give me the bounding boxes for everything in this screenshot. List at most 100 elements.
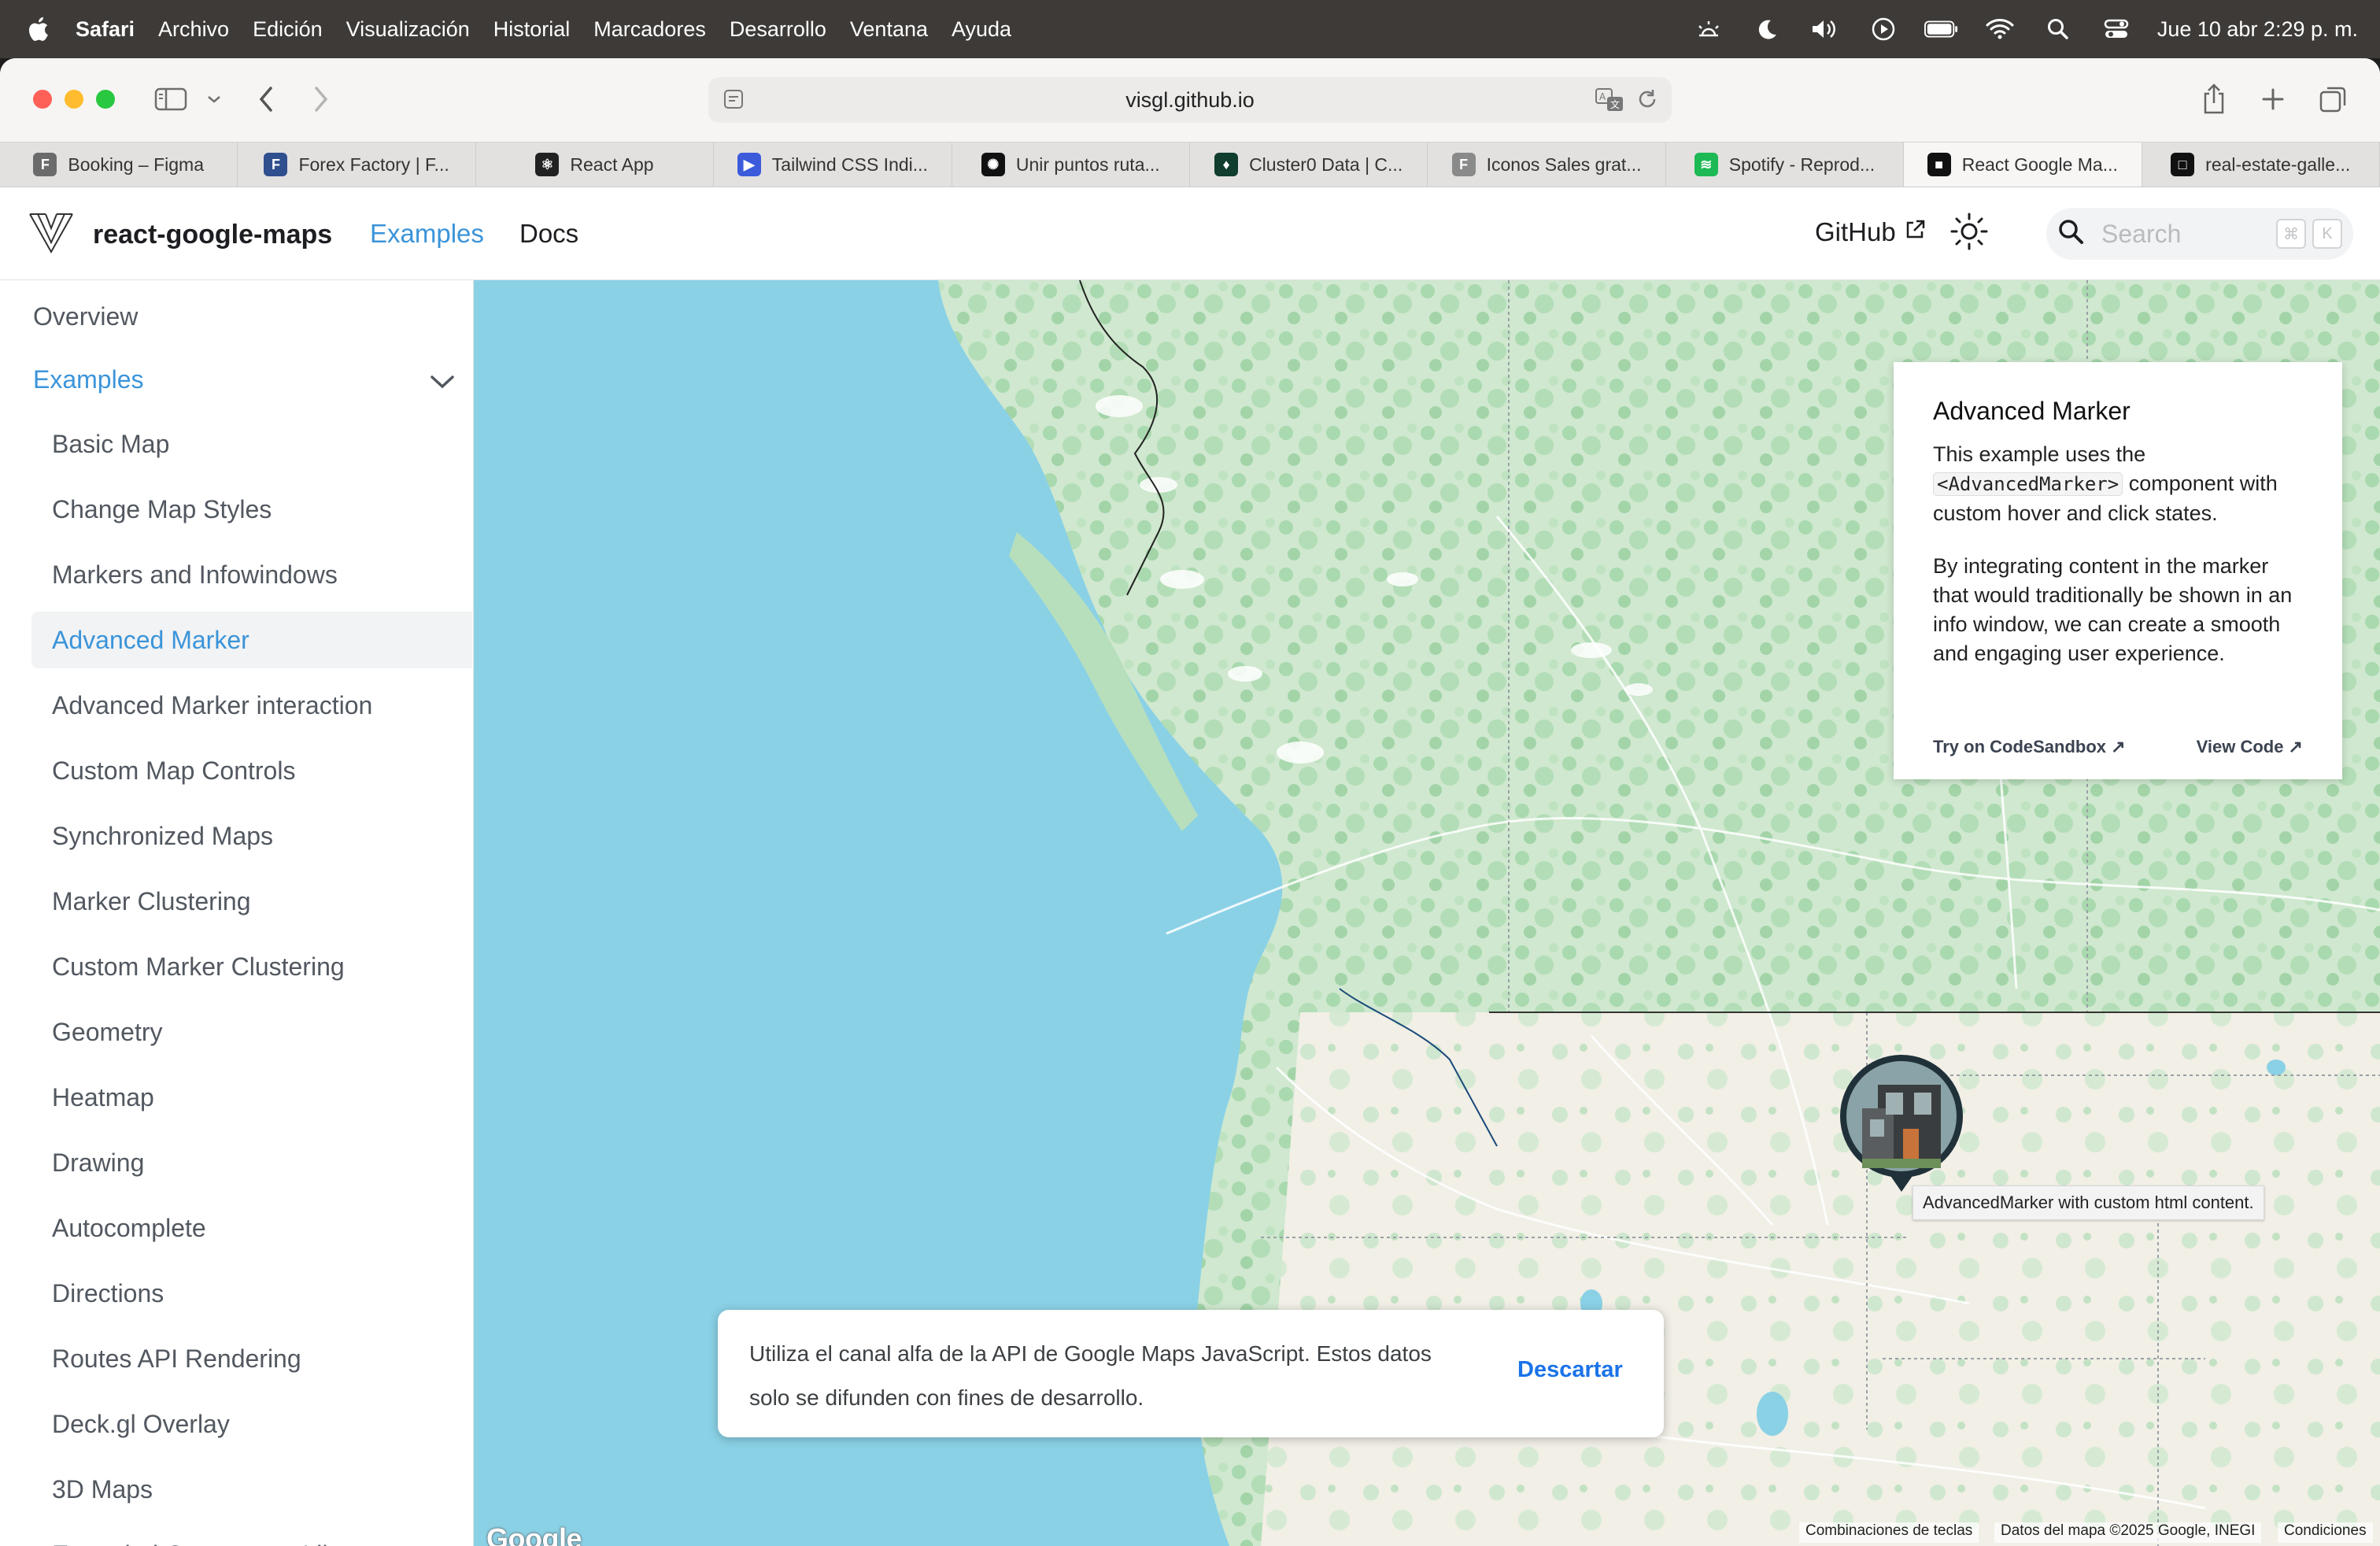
browser-tab[interactable]: F Iconos Sales grat... — [1428, 142, 1666, 187]
share-icon[interactable] — [2201, 82, 2227, 117]
chevron-down-icon[interactable] — [206, 82, 222, 117]
vis-gl-logo-icon — [27, 211, 76, 259]
sidebar-item-deck-gl-overlay[interactable]: Deck.gl Overlay — [31, 1396, 472, 1452]
menu-marcadores[interactable]: Marcadores — [593, 17, 706, 42]
external-link-icon — [1904, 217, 1926, 247]
sidebar-toggle-icon[interactable] — [154, 82, 187, 117]
zoom-window-button[interactable] — [96, 90, 115, 109]
battery-icon[interactable] — [1924, 15, 1959, 43]
sidebar-item-advanced-marker[interactable]: Advanced Marker — [31, 612, 472, 668]
sidebar-item-advanced-marker-interaction[interactable]: Advanced Marker interaction — [31, 677, 472, 734]
wifi-icon[interactable] — [1983, 15, 2017, 43]
alpha-channel-banner: Utiliza el canal alfa de la API de Googl… — [718, 1310, 1664, 1437]
sidebar-item-basic-map[interactable]: Basic Map — [31, 416, 472, 472]
brightness-icon[interactable] — [1691, 15, 1726, 43]
menubar-clock[interactable]: Jue 10 abr 2:29 p. m. — [2157, 17, 2358, 42]
menu-visualizacion[interactable]: Visualización — [346, 17, 470, 42]
now-playing-icon[interactable] — [1866, 15, 1901, 43]
browser-tab[interactable]: ≋ Spotify - Reprod... — [1666, 142, 1905, 187]
tab-favicon-icon: ■ — [1927, 153, 1951, 176]
focus-moon-icon[interactable] — [1750, 15, 1784, 43]
sidebar-item-extended-component-library[interactable]: Extended Component Library — [31, 1526, 472, 1546]
sidebar-item-markers-and-infowindows[interactable]: Markers and Infowindows — [31, 546, 472, 603]
safari-window: visgl.github.io A文 F Booking – Figma F Fore… — [0, 58, 2380, 1546]
spotlight-search-icon[interactable] — [2041, 15, 2075, 43]
browser-tab[interactable]: F Booking – Figma — [0, 142, 238, 187]
sidebar-item-autocomplete[interactable]: Autocomplete — [31, 1200, 472, 1256]
reload-icon[interactable] — [1635, 87, 1659, 119]
sidebar-item-examples[interactable]: Examples — [31, 351, 472, 408]
dismiss-button[interactable]: Descartar — [1517, 1357, 1623, 1383]
browser-tab[interactable]: ✺ Unir puntos ruta... — [952, 142, 1190, 187]
tab-label: Booking – Figma — [68, 153, 204, 175]
marker-tooltip: AdvancedMarker with custom html content. — [1913, 1185, 2264, 1220]
sidebar-item-heatmap[interactable]: Heatmap — [31, 1069, 472, 1126]
chevron-down-icon[interactable] — [428, 368, 456, 398]
address-text[interactable]: visgl.github.io — [1125, 88, 1255, 113]
translate-icon[interactable]: A文 — [1595, 87, 1624, 119]
sidebar-item-directions[interactable]: Directions — [31, 1265, 472, 1322]
menubar-app-name[interactable]: Safari — [76, 17, 135, 42]
tab-favicon-icon: ✺ — [981, 153, 1005, 176]
sidebar-item-custom-marker-clustering[interactable]: Custom Marker Clustering — [31, 938, 472, 995]
theme-toggle-sun-icon[interactable] — [1949, 211, 1990, 256]
sidebar-item-routes-api-rendering[interactable]: Routes API Rendering — [31, 1330, 472, 1387]
panel-paragraph-2: By integrating content in the marker tha… — [1933, 554, 2293, 665]
banner-message: Utiliza el canal alfa de la API de Googl… — [749, 1341, 1432, 1410]
nav-examples[interactable]: Examples — [370, 219, 484, 249]
browser-tab[interactable]: ■ React Google Ma... — [1904, 142, 2142, 187]
tab-favicon-icon: ♦ — [1214, 153, 1239, 176]
terms-link[interactable]: Condiciones — [2278, 1522, 2373, 1543]
browser-tab[interactable]: ⚛ React App — [476, 142, 715, 187]
view-code-link[interactable]: View Code ↗ — [2197, 737, 2303, 757]
tab-bar: F Booking – Figma F Forex Factory | F... ⚛ Re… — [0, 142, 2380, 187]
sidebar-item-marker-clustering[interactable]: Marker Clustering — [31, 873, 472, 930]
sidebar-item-overview[interactable]: Overview — [31, 288, 472, 345]
tab-label: React App — [570, 153, 654, 175]
browser-tab[interactable]: ▶ Tailwind CSS Indi... — [714, 142, 952, 187]
address-bar[interactable]: visgl.github.io A文 — [708, 77, 1672, 123]
menu-ventana[interactable]: Ventana — [850, 17, 928, 42]
search-placeholder: Search — [2101, 219, 2182, 248]
keyboard-shortcuts-link[interactable]: Combinaciones de teclas — [1799, 1522, 1979, 1543]
close-window-button[interactable] — [33, 90, 52, 109]
panel-description: This example uses the <AdvancedMarker> c… — [1933, 440, 2303, 528]
menu-historial[interactable]: Historial — [493, 17, 571, 42]
sidebar-item-geometry[interactable]: Geometry — [31, 1004, 472, 1060]
sidebar-item-synchronized-maps[interactable]: Synchronized Maps — [31, 808, 472, 864]
browser-tab[interactable]: ♦ Cluster0 Data | C... — [1190, 142, 1428, 187]
sidebar-item-change-map-styles[interactable]: Change Map Styles — [31, 481, 472, 538]
sidebar-item-3d-maps[interactable]: 3D Maps — [31, 1461, 472, 1518]
sidebar-item-drawing[interactable]: Drawing — [31, 1134, 472, 1191]
menu-ayuda[interactable]: Ayuda — [952, 17, 1011, 42]
tab-label: Forex Factory | F... — [298, 153, 449, 175]
back-icon[interactable] — [257, 82, 275, 117]
advanced-marker[interactable] — [1839, 1053, 1964, 1192]
codesandbox-link[interactable]: Try on CodeSandbox ↗ — [1933, 737, 2126, 757]
tab-overview-icon[interactable] — [2319, 82, 2349, 117]
volume-icon[interactable] — [1808, 15, 1842, 43]
browser-tab[interactable]: □ real-estate-galle... — [2142, 142, 2380, 187]
new-tab-icon[interactable] — [2260, 82, 2286, 117]
menu-edicion[interactable]: Edición — [253, 17, 323, 42]
menu-archivo[interactable]: Archivo — [158, 17, 229, 42]
tab-label: Tailwind CSS Indi... — [771, 153, 928, 175]
github-link[interactable]: GitHub — [1815, 217, 1926, 247]
nav-docs[interactable]: Docs — [519, 219, 578, 249]
control-center-icon[interactable] — [2099, 15, 2134, 43]
tab-label: Cluster0 Data | C... — [1249, 153, 1403, 175]
site-brand[interactable]: react-google-maps — [27, 211, 332, 259]
page-menu-icon[interactable] — [722, 88, 745, 116]
forward-icon[interactable] — [312, 82, 331, 117]
browser-tab[interactable]: F Forex Factory | F... — [238, 142, 476, 187]
panel-links: Try on CodeSandbox ↗ View Code ↗ — [1933, 737, 2303, 757]
sidebar-item-custom-map-controls[interactable]: Custom Map Controls — [31, 742, 472, 799]
menu-desarrollo[interactable]: Desarrollo — [730, 17, 826, 42]
minimize-window-button[interactable] — [65, 90, 83, 109]
panel-desc-text-1: This example uses the — [1933, 442, 2146, 466]
tab-favicon-icon: □ — [2171, 153, 2195, 176]
sidebar-examples-label: Examples — [33, 364, 144, 394]
apple-menu-icon[interactable] — [0, 15, 76, 43]
docs-search[interactable]: Search ⌘ K — [2046, 208, 2353, 260]
tab-favicon-icon: ⚛ — [535, 153, 560, 176]
